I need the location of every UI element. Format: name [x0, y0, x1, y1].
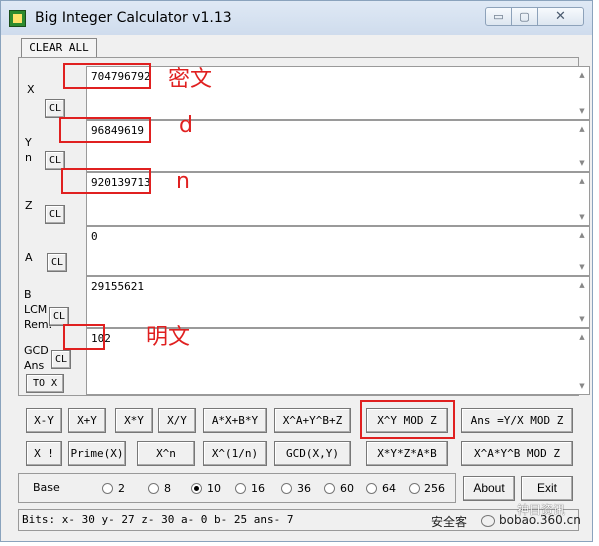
b-value: 29155621 [91, 280, 144, 293]
close-button[interactable]: ✕ [537, 7, 584, 26]
base-60-label: 60 [340, 482, 354, 495]
x-label: X [27, 83, 35, 96]
z-scrollbar[interactable]: ▲ ▼ [575, 173, 589, 225]
clear-ans-button[interactable]: CL [51, 350, 71, 369]
to-x-button[interactable]: TO X [26, 374, 64, 393]
base-36-radio[interactable] [281, 483, 292, 494]
base-group: Base 2 8 10 16 36 60 64 256 [18, 473, 456, 503]
a-scrollbar[interactable]: ▲ ▼ [575, 227, 589, 275]
y-label: Y [25, 136, 32, 149]
base-label: Base [33, 481, 60, 494]
base-8-radio[interactable] [148, 483, 159, 494]
scroll-down-icon[interactable]: ▼ [575, 212, 589, 222]
lcm-label: LCM [24, 303, 48, 316]
xa-yb-mod-z-button[interactable]: X^A*Y^B MOD Z [461, 441, 573, 466]
x-times-y-button[interactable]: X*Y [115, 408, 153, 433]
scroll-down-icon[interactable]: ▼ [575, 106, 589, 116]
wechat-icon [481, 515, 495, 527]
clear-all-tab[interactable]: CLEAR ALL [21, 38, 97, 57]
y-scrollbar[interactable]: ▲ ▼ [575, 121, 589, 171]
base-60-radio[interactable] [324, 483, 335, 494]
x-plus-y-button[interactable]: X+Y [68, 408, 106, 433]
modpow-highlight-box [360, 400, 455, 439]
ans-scrollbar[interactable]: ▲ ▼ [575, 329, 589, 394]
base-10-label: 10 [207, 482, 221, 495]
base-256-radio[interactable] [409, 483, 420, 494]
gcd-label: GCD [24, 344, 49, 357]
a-value: 0 [91, 230, 98, 243]
watermark-overlay: 神目资讯 [517, 503, 566, 517]
scroll-down-icon[interactable]: ▼ [575, 262, 589, 272]
x-div-y-button[interactable]: X/Y [158, 408, 196, 433]
z-label: Z [25, 199, 33, 212]
gcd-xy-button[interactable]: GCD(X,Y) [274, 441, 351, 466]
y-highlight-box [59, 117, 151, 143]
plaintext-annotation: 明文 [146, 325, 191, 350]
base-16-radio[interactable] [235, 483, 246, 494]
x-minus-y-button[interactable]: X-Y [26, 408, 62, 433]
z-field[interactable]: 920139713 ▲ ▼ [86, 172, 590, 226]
scroll-up-icon[interactable]: ▲ [575, 280, 589, 290]
ans-y-over-x-mod-z-button[interactable]: Ans =Y/X MOD Z [461, 408, 573, 433]
ciphertext-annotation: 密文 [168, 67, 213, 92]
base-16-label: 16 [251, 482, 265, 495]
watermark-left: 安全客 [431, 515, 468, 529]
product-xyzab-button[interactable]: X*Y*Z*A*B [366, 441, 448, 466]
scroll-down-icon[interactable]: ▼ [575, 158, 589, 168]
scroll-up-icon[interactable]: ▲ [575, 176, 589, 186]
calculator-window: Big Integer Calculator v1.13 ▭ ▢ ✕ CLEAR… [0, 0, 593, 542]
scroll-down-icon[interactable]: ▼ [575, 381, 589, 391]
n-annotation: n [176, 169, 190, 194]
about-button[interactable]: About [463, 476, 515, 501]
clear-a-button[interactable]: CL [47, 253, 67, 272]
ax-plus-by-button[interactable]: A*X+B*Y [203, 408, 267, 433]
x-root-n-button[interactable]: X^(1/n) [203, 441, 267, 466]
x-field[interactable]: 704796792 ▲ ▼ [86, 66, 590, 120]
prime-x-button[interactable]: Prime(X) [68, 441, 126, 466]
base-64-radio[interactable] [366, 483, 377, 494]
base-8-label: 8 [164, 482, 171, 495]
b-label: B [24, 288, 32, 301]
y-sublabel-n: n [25, 151, 32, 164]
maximize-button[interactable]: ▢ [511, 7, 538, 26]
minimize-button[interactable]: ▭ [485, 7, 512, 26]
d-annotation: d [179, 113, 193, 138]
app-icon [9, 10, 26, 27]
ans-highlight-box [63, 324, 105, 350]
scroll-up-icon[interactable]: ▲ [575, 70, 589, 80]
xa-plus-yb-plus-z-button[interactable]: X^A+Y^B+Z [274, 408, 351, 433]
base-64-label: 64 [382, 482, 396, 495]
y-field[interactable]: 96849619 ▲ ▼ [86, 120, 590, 172]
scroll-up-icon[interactable]: ▲ [575, 332, 589, 342]
ans-label: Ans [24, 359, 45, 372]
x-factorial-button[interactable]: X ! [26, 441, 62, 466]
exit-button[interactable]: Exit [521, 476, 573, 501]
z-highlight-box [61, 168, 151, 194]
b-scrollbar[interactable]: ▲ ▼ [575, 277, 589, 327]
base-2-radio[interactable] [102, 483, 113, 494]
base-256-label: 256 [424, 482, 445, 495]
rem-label: Rem. [24, 318, 53, 331]
a-field[interactable]: 0 ▲ ▼ [86, 226, 590, 276]
scroll-down-icon[interactable]: ▼ [575, 314, 589, 324]
a-label: A [25, 251, 33, 264]
clear-z-button[interactable]: CL [45, 205, 65, 224]
scroll-up-icon[interactable]: ▲ [575, 124, 589, 134]
window-title: Big Integer Calculator v1.13 [35, 10, 232, 26]
scroll-up-icon[interactable]: ▲ [575, 230, 589, 240]
x-scrollbar[interactable]: ▲ ▼ [575, 67, 589, 119]
base-36-label: 36 [297, 482, 311, 495]
base-2-label: 2 [118, 482, 125, 495]
title-bar[interactable]: Big Integer Calculator v1.13 ▭ ▢ ✕ [1, 1, 592, 35]
clear-x-button[interactable]: CL [45, 99, 65, 118]
x-highlight-box [63, 63, 151, 89]
x-pow-n-button[interactable]: X^n [137, 441, 195, 466]
base-10-radio[interactable] [191, 483, 202, 494]
